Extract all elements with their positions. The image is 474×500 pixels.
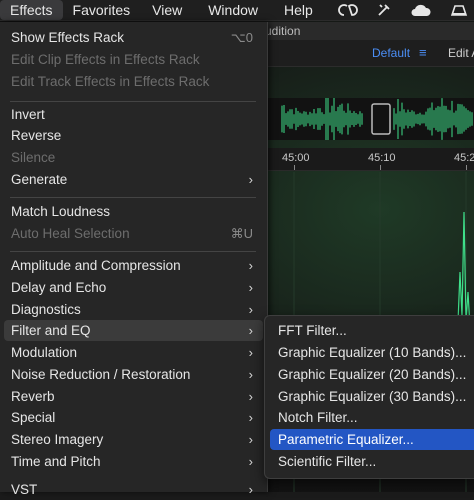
menu-item-label: Edit Clip Effects in Effects Rack: [11, 52, 200, 67]
menu-item-label: Reverse: [11, 128, 62, 143]
menu-separator: [10, 251, 256, 252]
menu-item-time-and-pitch[interactable]: Time and Pitch ›: [4, 451, 263, 472]
menu-item-label: Show Effects Rack: [11, 30, 125, 45]
chevron-right-icon: ›: [248, 172, 253, 187]
menu-item-generate[interactable]: Generate ›: [4, 169, 263, 190]
menu-item-modulation[interactable]: Modulation ›: [4, 342, 263, 363]
chevron-right-icon: ›: [248, 280, 253, 295]
submenu-item-fft-filter[interactable]: FFT Filter...: [270, 320, 474, 341]
menu-item-label: Silence: [11, 150, 56, 165]
menu-item-label: Invert: [11, 107, 45, 122]
menu-item-stereo-imagery[interactable]: Stereo Imagery ›: [4, 429, 263, 450]
menu-item-delay-and-echo[interactable]: Delay and Echo ›: [4, 277, 263, 298]
menubar-help[interactable]: Help: [268, 0, 323, 20]
menu-item-label: Auto Heal Selection: [11, 226, 130, 241]
ruler-tick-mark: [380, 165, 381, 170]
menu-item-filter-and-eq[interactable]: Filter and EQ ›: [4, 320, 263, 341]
menu-item-label: Delay and Echo: [11, 280, 107, 295]
status-icons: [338, 0, 474, 20]
menu-item-invert[interactable]: Invert: [4, 104, 263, 125]
chevron-right-icon: ›: [248, 323, 253, 338]
menu-item-label: Modulation: [11, 345, 78, 360]
workspace-bar: Default ≡ Edit A: [262, 40, 474, 67]
chevron-right-icon: ›: [248, 258, 253, 273]
menu-item-label: Special: [11, 410, 56, 425]
time-ruler[interactable]: 45:00 45:10 45:2: [262, 148, 474, 171]
ruler-tick-mark: [294, 165, 295, 170]
creative-cloud-icon[interactable]: [338, 3, 358, 17]
window-title: udition: [265, 24, 301, 38]
menu-item-label: Edit Track Effects in Effects Rack: [11, 74, 210, 89]
menu-item-label: Generate: [11, 172, 68, 187]
menu-item-noise-reduction-restoration[interactable]: Noise Reduction / Restoration ›: [4, 364, 263, 385]
menu-item-edit-track-effects: Edit Track Effects in Effects Rack: [4, 71, 263, 92]
menu-item-special[interactable]: Special ›: [4, 407, 263, 428]
workspace-menu-icon[interactable]: ≡: [419, 40, 427, 66]
ruler-tick-label: 45:00: [282, 152, 310, 164]
submenu-item-notch-filter[interactable]: Notch Filter...: [270, 407, 474, 428]
dock-icon[interactable]: [450, 3, 468, 17]
effects-menu: Show Effects Rack ⌥0 Edit Clip Effects i…: [0, 22, 268, 497]
chevron-right-icon: ›: [248, 367, 253, 382]
workspace-default-tab[interactable]: Default: [372, 40, 410, 66]
menu-item-silence: Silence: [4, 147, 263, 168]
menu-item-diagnostics[interactable]: Diagnostics ›: [4, 299, 263, 320]
overview-viewport-handle[interactable]: [371, 103, 391, 135]
chevron-right-icon: ›: [248, 454, 253, 469]
menu-item-edit-clip-effects: Edit Clip Effects in Effects Rack: [4, 49, 263, 70]
menu-item-label: VST: [11, 482, 38, 497]
menu-item-reverse[interactable]: Reverse: [4, 125, 263, 146]
menu-item-reverb[interactable]: Reverb ›: [4, 386, 263, 407]
submenu-item-graphic-eq-10[interactable]: Graphic Equalizer (10 Bands)...: [270, 342, 474, 363]
menu-separator: [10, 197, 256, 198]
submenu-item-parametric-equalizer[interactable]: Parametric Equalizer...: [270, 429, 474, 450]
menu-item-auto-heal-selection: Auto Heal Selection ⌘U: [4, 223, 263, 244]
menu-item-amplitude-and-compression[interactable]: Amplitude and Compression ›: [4, 255, 263, 276]
menubar-view[interactable]: View: [140, 0, 192, 20]
submenu-item-scientific-filter[interactable]: Scientific Filter...: [270, 451, 474, 472]
menu-item-label: Match Loudness: [11, 204, 111, 219]
workspace-edit-tab[interactable]: Edit A: [448, 40, 474, 66]
submenu-item-graphic-eq-20[interactable]: Graphic Equalizer (20 Bands)...: [270, 364, 474, 385]
ruler-tick-label: 45:2: [454, 152, 474, 164]
shortcut-label: ⌘U: [230, 226, 253, 241]
chevron-right-icon: ›: [248, 410, 253, 425]
menu-item-label: Reverb: [11, 389, 55, 404]
waveform-overview[interactable]: [262, 95, 474, 143]
chevron-right-icon: ›: [248, 389, 253, 404]
menubar-effects[interactable]: Effects: [0, 0, 63, 20]
menu-item-label: Noise Reduction / Restoration: [11, 367, 191, 382]
waveform-overview-graph: [281, 95, 473, 143]
script-editor-icon[interactable]: [376, 2, 392, 18]
menu-item-label: Filter and EQ: [11, 323, 91, 338]
chevron-right-icon: ›: [248, 482, 253, 497]
chevron-right-icon: ›: [248, 302, 253, 317]
menubar-favorites[interactable]: Favorites: [63, 0, 141, 20]
shortcut-label: ⌥0: [230, 30, 253, 45]
chevron-right-icon: ›: [248, 345, 253, 360]
chevron-right-icon: ›: [248, 432, 253, 447]
menu-item-label: Stereo Imagery: [11, 432, 104, 447]
ruler-tick-mark: [466, 165, 467, 170]
menu-item-label: Amplitude and Compression: [11, 258, 181, 273]
ruler-tick-label: 45:10: [368, 152, 396, 164]
menu-item-match-loudness[interactable]: Match Loudness: [4, 201, 263, 222]
menu-item-vst[interactable]: VST ›: [4, 479, 263, 500]
menu-separator: [10, 101, 256, 102]
menubar-window[interactable]: Window: [192, 0, 268, 20]
window-title-bar: udition: [262, 22, 474, 40]
filter-and-eq-submenu: FFT Filter... Graphic Equalizer (10 Band…: [264, 315, 474, 479]
menu-item-show-effects-rack[interactable]: Show Effects Rack ⌥0: [4, 27, 263, 48]
submenu-item-graphic-eq-30[interactable]: Graphic Equalizer (30 Bands)...: [270, 386, 474, 407]
menu-bar: Effects Favorites View Window Help: [0, 0, 474, 21]
icloud-icon[interactable]: [410, 3, 432, 17]
menu-item-label: Diagnostics: [11, 302, 81, 317]
menu-item-label: Time and Pitch: [11, 454, 101, 469]
